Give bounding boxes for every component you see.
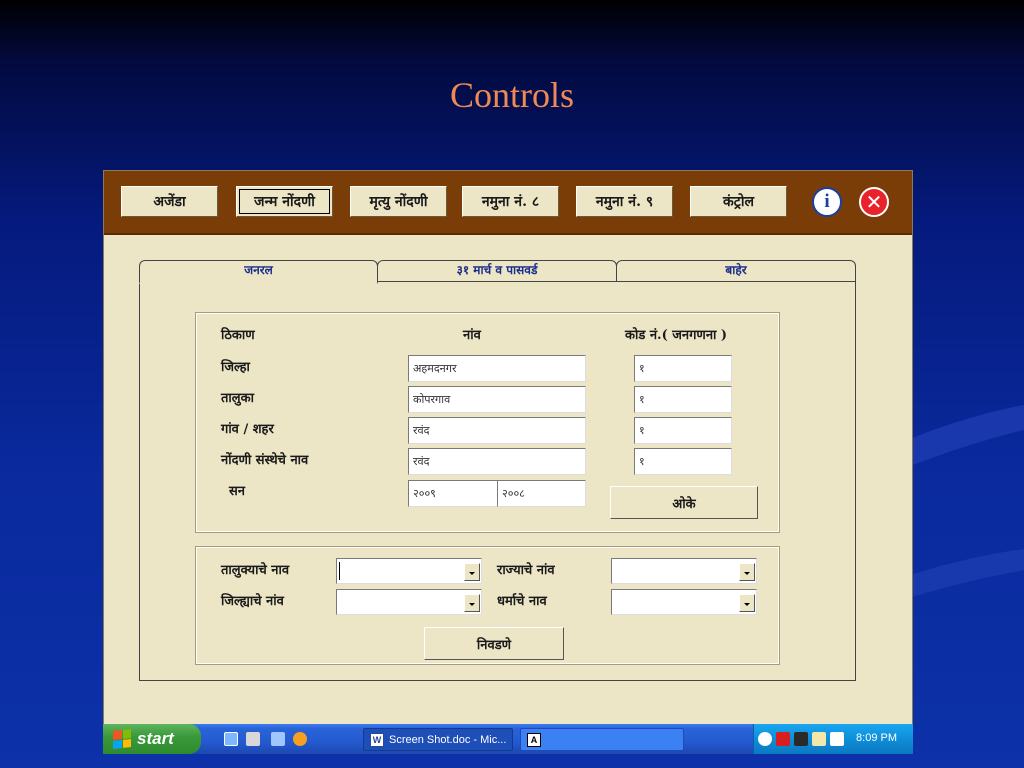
system-tray: 8:09 PM: [753, 724, 913, 754]
taluka-select[interactable]: [336, 558, 482, 584]
census-code-header: कोड नं.( जनगणना ): [625, 328, 728, 343]
dropdown-arrow-icon[interactable]: [464, 594, 480, 612]
registration-office-code-field[interactable]: १: [634, 448, 732, 475]
year-label: सन: [229, 484, 246, 499]
registration-office-name-field[interactable]: रवंद: [408, 448, 586, 475]
windows-logo-icon: [113, 729, 131, 749]
state-name-label: राज्याचे नांव: [497, 563, 555, 578]
start-button[interactable]: start: [103, 724, 201, 754]
taluka-name-field[interactable]: कोपरगाव: [408, 386, 586, 413]
taskbar-language-button[interactable]: A: [520, 728, 684, 751]
taluka-name-label: तालुक्याचे नाव: [221, 563, 290, 578]
religion-select[interactable]: [611, 589, 757, 615]
village-code-field[interactable]: १: [634, 417, 732, 444]
ime-icon: A: [527, 732, 541, 747]
taluka-label: तालुका: [221, 391, 254, 406]
district-select[interactable]: [336, 589, 482, 615]
district-name-label: जिल्ह्याचे नांव: [221, 594, 284, 609]
taluka-code-field[interactable]: १: [634, 386, 732, 413]
application-window: अजेंडा जन्म नोंदणी मृत्यु नोंदणी नमुना न…: [103, 170, 913, 754]
year-from-field[interactable]: २००९: [408, 480, 498, 507]
lookup-group: तालुक्याचे नाव राज्याचे नांव जिल्ह्याचे …: [195, 546, 780, 665]
tab-exit[interactable]: बाहेर: [616, 260, 856, 281]
village-name-field[interactable]: रवंद: [408, 417, 586, 444]
dropdown-arrow-icon[interactable]: [739, 594, 755, 612]
village-city-label: गांव / शहर: [221, 422, 274, 437]
year-to-field[interactable]: २००८: [497, 480, 586, 507]
tray-messenger-icon[interactable]: [812, 732, 826, 746]
taskbar-word-document-label: Screen Shot.doc - Mic...: [389, 733, 507, 746]
state-select[interactable]: [611, 558, 757, 584]
tray-volume-icon[interactable]: [830, 732, 844, 746]
tray-expand-icon[interactable]: [758, 732, 772, 746]
death-registration-button[interactable]: मृत्यु नोंदणी: [350, 186, 447, 217]
ok-button[interactable]: ओके: [610, 486, 758, 519]
birth-registration-button[interactable]: जन्म नोंदणी: [236, 186, 333, 217]
quick-launch-cursor-icon[interactable]: [246, 732, 260, 746]
taskbar-word-document-button[interactable]: W Screen Shot.doc - Mic...: [363, 728, 513, 751]
taskbar: start W Screen Shot.doc - Mic... A 8:09 …: [103, 724, 913, 754]
word-document-icon: W: [370, 732, 384, 747]
form-8-button[interactable]: नमुना नं. ८: [462, 186, 559, 217]
tab-panel-general: ठिकाण नांव कोड नं.( जनगणना ) जिल्हा अहमद…: [139, 281, 856, 681]
name-header: नांव: [463, 328, 481, 343]
district-code-field[interactable]: १: [634, 355, 732, 382]
control-button[interactable]: कंट्रोल: [690, 186, 787, 217]
info-icon[interactable]: i: [812, 187, 842, 217]
quick-launch-app-icon[interactable]: [271, 732, 285, 746]
system-clock: 8:09 PM: [856, 732, 897, 744]
form-9-button[interactable]: नमुना नं. ९: [576, 186, 673, 217]
district-label: जिल्हा: [221, 360, 250, 375]
district-name-field[interactable]: अहमदनगर: [408, 355, 586, 382]
tray-network-icon[interactable]: [794, 732, 808, 746]
toolbar: अजेंडा जन्म नोंदणी मृत्यु नोंदणी नमुना न…: [104, 171, 912, 235]
close-icon[interactable]: ✕: [859, 187, 889, 217]
registration-office-label: नोंदणी संस्थेचे नाव: [221, 453, 309, 468]
tab-march-password[interactable]: ३१ मार्च व पासवर्ड: [377, 260, 617, 281]
select-button[interactable]: निवडणे: [424, 627, 564, 660]
quick-launch-ie-icon[interactable]: [224, 732, 238, 746]
tab-general[interactable]: जनरल: [139, 260, 378, 284]
start-label: start: [137, 729, 174, 748]
text-caret: [339, 562, 340, 580]
location-group: ठिकाण नांव कोड नं.( जनगणना ) जिल्हा अहमद…: [195, 312, 780, 533]
religion-name-label: धर्माचे नाव: [497, 594, 547, 609]
tray-antivirus-icon[interactable]: [776, 732, 790, 746]
quick-launch-media-icon[interactable]: [293, 732, 307, 746]
slide-title: Controls: [449, 75, 574, 115]
agenda-button[interactable]: अजेंडा: [121, 186, 218, 217]
dropdown-arrow-icon[interactable]: [464, 563, 480, 581]
place-header: ठिकाण: [221, 328, 255, 343]
dropdown-arrow-icon[interactable]: [739, 563, 755, 581]
